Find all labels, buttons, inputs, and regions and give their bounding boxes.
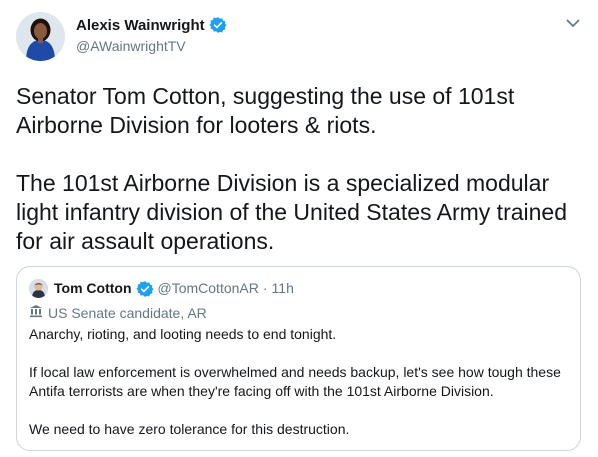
meta-separator: · [262, 280, 268, 296]
tweet-paragraph: The 101st Airborne Division is a special… [16, 170, 568, 254]
author-handle[interactable]: @AWainwrightTV [76, 38, 186, 54]
quoted-tweet-text: Anarchy, rioting, and looting needs to e… [29, 325, 574, 439]
quoted-timestamp[interactable]: 11h [272, 279, 294, 298]
quoted-paragraph: If local law enforcement is overwhelmed … [29, 364, 561, 399]
government-label: US Senate candidate, AR [29, 304, 207, 321]
quoted-author-avatar[interactable] [29, 279, 48, 298]
quoted-paragraph: Anarchy, rioting, and looting needs to e… [29, 326, 337, 342]
quoted-tweet[interactable]: Tom Cotton @TomCottonAR · 11h US Senate … [16, 266, 581, 451]
verified-badge-icon [135, 280, 154, 298]
tweet-paragraph: Senator Tom Cotton, suggesting the use o… [16, 83, 515, 138]
author-name-text: Alexis Wainwright [76, 16, 205, 34]
quoted-header: Tom Cotton @TomCottonAR · 11h [54, 279, 294, 298]
chevron-down-icon[interactable] [564, 14, 582, 32]
government-label-text: US Senate candidate, AR [48, 304, 207, 321]
government-building-icon [29, 304, 43, 321]
verified-badge-icon [209, 16, 227, 34]
author-avatar[interactable] [16, 12, 65, 61]
author-name[interactable]: Alexis Wainwright [76, 16, 227, 34]
quoted-paragraph: We need to have zero tolerance for this … [29, 421, 350, 437]
quoted-author-name[interactable]: Tom Cotton [54, 279, 132, 298]
quoted-author-handle[interactable]: @TomCottonAR [158, 279, 259, 298]
tweet-text: Senator Tom Cotton, suggesting the use o… [16, 82, 584, 256]
tweet: Alexis Wainwright @AWainwrightTV Senator… [0, 0, 598, 457]
